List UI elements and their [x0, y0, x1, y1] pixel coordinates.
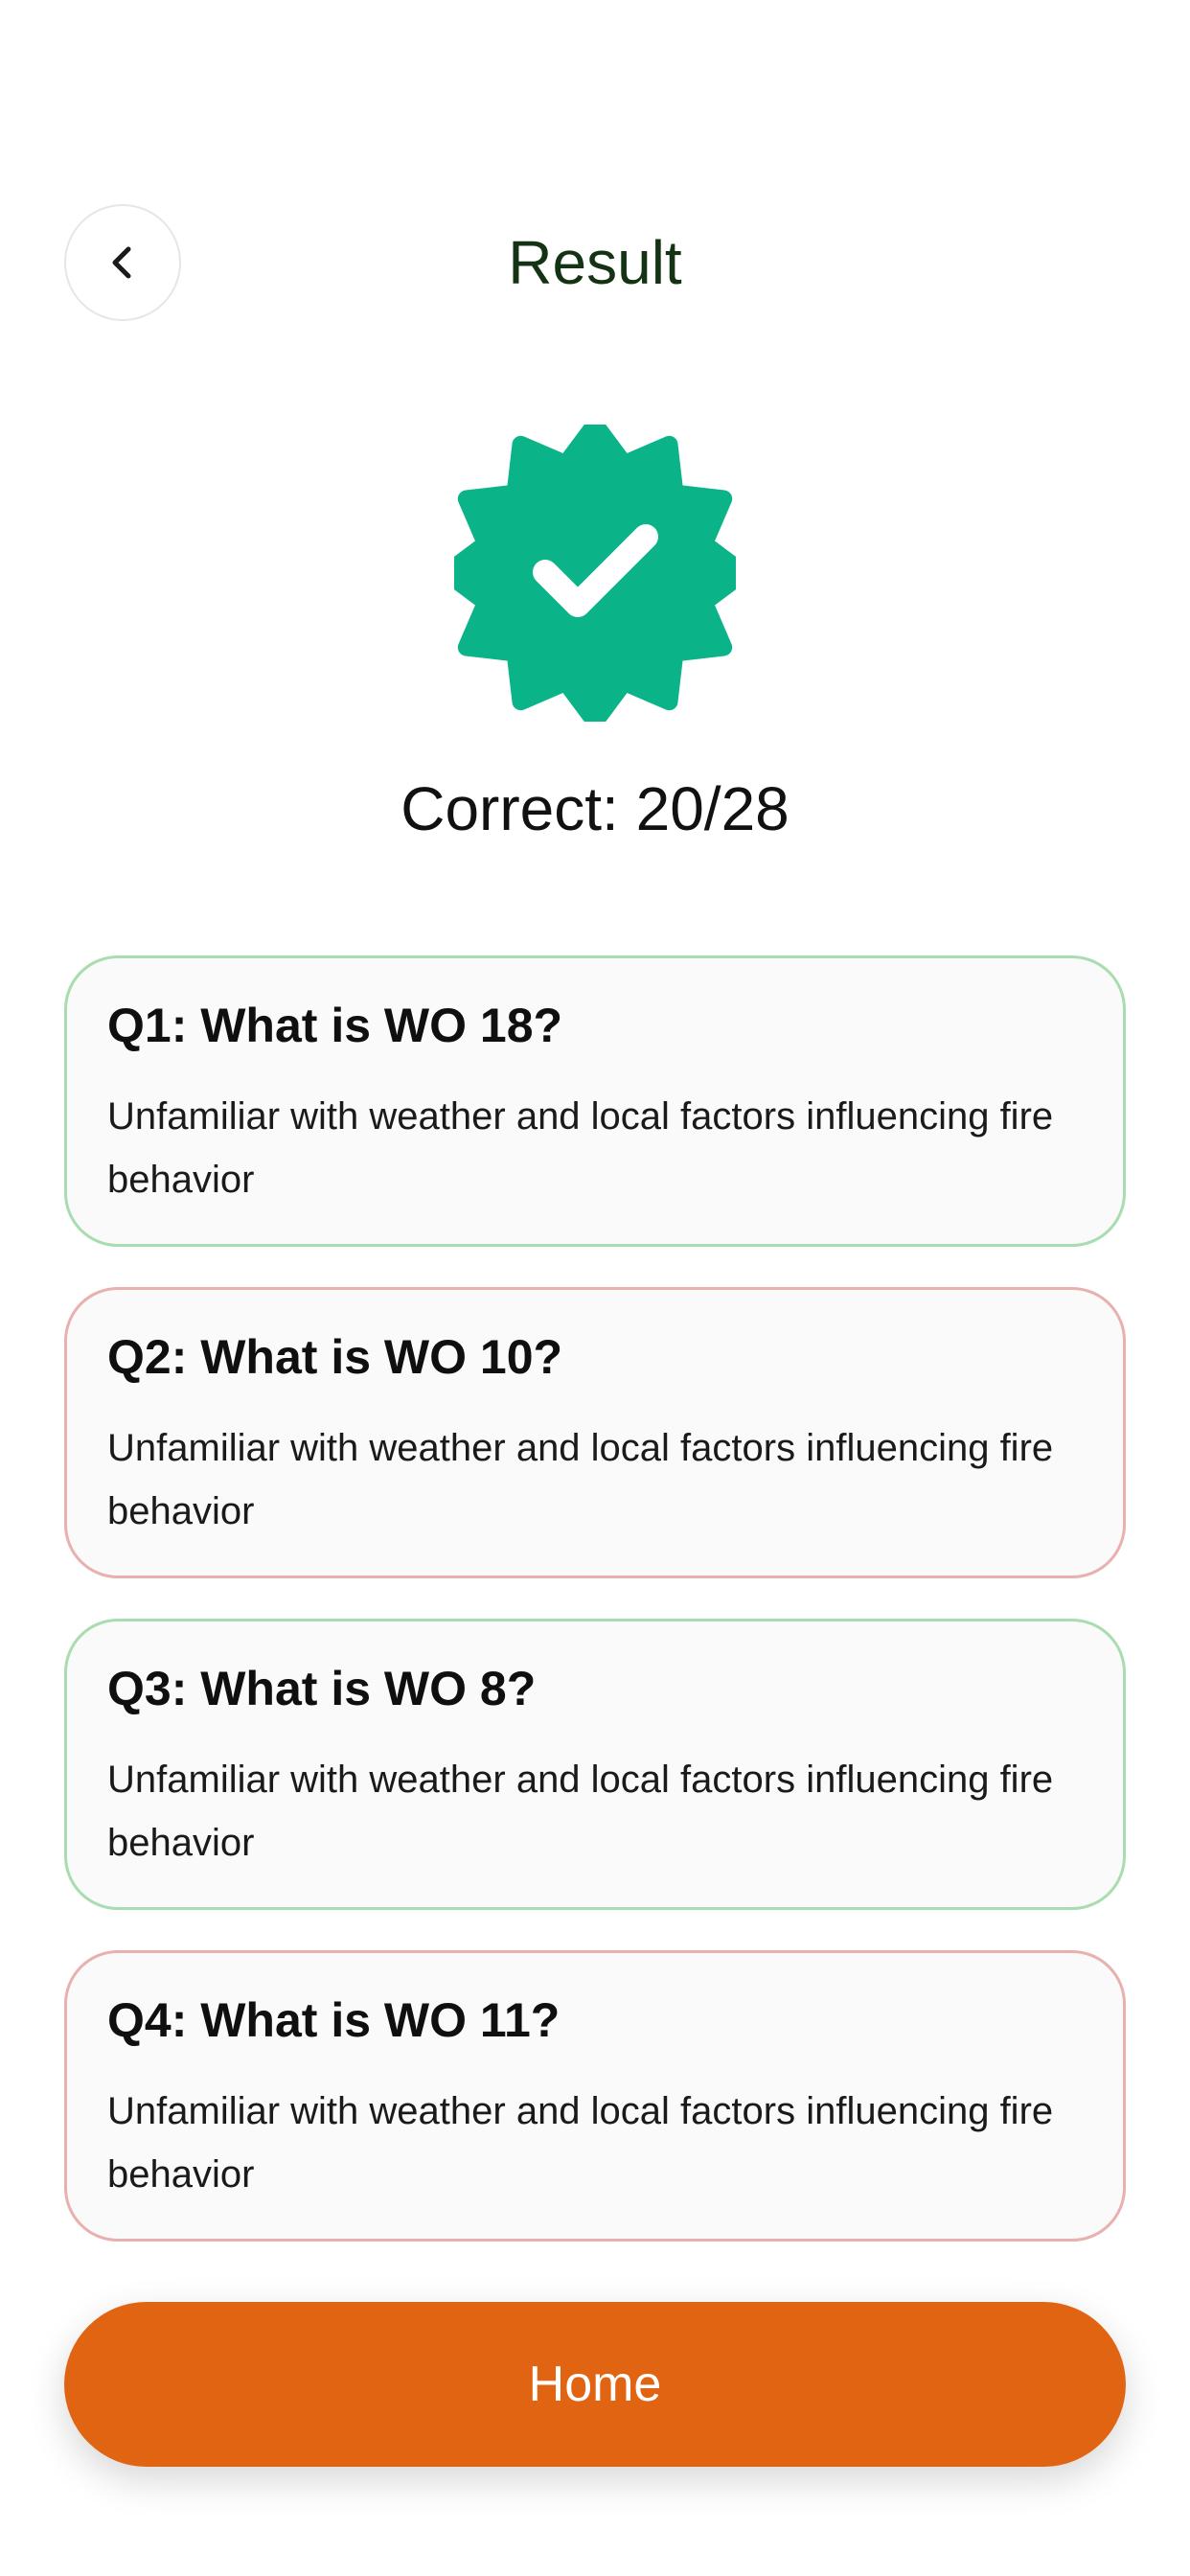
- question-card-2[interactable]: Q2: What is WO 10? Unfamiliar with weath…: [64, 1287, 1126, 1578]
- question-answer: Unfamiliar with weather and local factor…: [107, 2090, 1054, 2196]
- question-answer: Unfamiliar with weather and local factor…: [107, 1095, 1054, 1201]
- question-answer: Unfamiliar with weather and local factor…: [107, 1427, 1054, 1532]
- home-button[interactable]: Home: [64, 2302, 1126, 2467]
- question-list: Q1: What is WO 18? Unfamiliar with weath…: [64, 955, 1126, 2282]
- page-title: Result: [508, 228, 682, 297]
- question-title: Q4: What is WO 11?: [107, 1993, 561, 2047]
- question-title: Q3: What is WO 8?: [107, 1662, 537, 1715]
- question-card-3[interactable]: Q3: What is WO 8? Unfamiliar with weathe…: [64, 1619, 1126, 1910]
- score-text: Correct: 20/28: [400, 774, 790, 843]
- verified-badge-icon: [438, 416, 752, 730]
- question-answer: Unfamiliar with weather and local factor…: [107, 1759, 1054, 1864]
- question-title: Q1: What is WO 18?: [107, 999, 563, 1052]
- question-card-1[interactable]: Q1: What is WO 18? Unfamiliar with weath…: [64, 955, 1126, 1247]
- question-title: Q2: What is WO 10?: [107, 1330, 563, 1384]
- question-card-4[interactable]: Q4: What is WO 11? Unfamiliar with weath…: [64, 1950, 1126, 2242]
